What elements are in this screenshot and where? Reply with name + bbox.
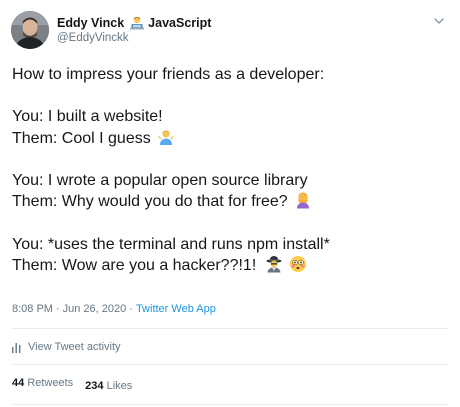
chevron-down-icon[interactable]: [432, 14, 446, 28]
tweet-line: Them: Wow are you a hacker??!1!: [12, 255, 452, 276]
author-display-name[interactable]: Eddy Vinck: [57, 16, 124, 30]
woman-facepalming-emoji: [294, 191, 312, 209]
retweets-count: 44: [12, 377, 25, 389]
view-tweet-activity-label: View Tweet activity: [28, 341, 121, 353]
bar-chart-icon: [12, 343, 21, 353]
divider: [12, 404, 448, 405]
line-break: [12, 149, 452, 170]
flushed-face-emoji: [289, 255, 307, 273]
tweet-metadata: 8:08 PM · Jun 26, 2020 · Twitter Web App: [12, 303, 216, 315]
separator: ·: [55, 303, 60, 315]
line-break: [12, 212, 452, 233]
retweets-label: Retweets: [27, 377, 74, 389]
author-name-suffix: JavaScript: [148, 16, 212, 30]
detective-emoji: [265, 255, 283, 273]
tweet-line: How to impress your friends as a develop…: [12, 66, 325, 83]
man-technologist-emoji: [129, 15, 145, 31]
retweets-stat[interactable]: 44 Retweets: [12, 377, 73, 389]
divider: [12, 328, 448, 329]
line-break: [12, 85, 452, 106]
tweet-text: How to impress your friends as a develop…: [12, 64, 452, 276]
likes-count: 234: [85, 380, 104, 392]
tweet-time[interactable]: 8:08 PM: [12, 303, 53, 315]
avatar[interactable]: [11, 11, 49, 49]
tweet-source-link[interactable]: Twitter Web App: [136, 303, 216, 315]
tweet-line: Them: Why would you do that for free?: [12, 191, 452, 212]
likes-label: Likes: [106, 380, 133, 392]
tweet-line: You: I wrote a popular open source libra…: [12, 171, 308, 189]
tweet-date[interactable]: Jun 26, 2020: [63, 303, 127, 315]
man-shrugging-emoji: [157, 128, 175, 146]
tweet-card: Eddy Vinck JavaScript @EddyVinckk How to…: [0, 0, 460, 407]
tweet-line: Them: Cool I guess: [12, 128, 452, 149]
likes-stat[interactable]: 234 Likes: [85, 380, 132, 392]
tweet-line: You: *uses the terminal and runs npm ins…: [12, 235, 330, 253]
tweet-line: You: I built a website!: [12, 108, 163, 126]
author-handle[interactable]: @EddyVinckk: [57, 32, 129, 44]
tweet-stats: 44 Retweets 234 Likes: [12, 377, 132, 392]
separator: ·: [129, 303, 133, 315]
view-tweet-activity-link[interactable]: View Tweet activity: [12, 341, 121, 353]
author-name-row[interactable]: Eddy Vinck JavaScript: [57, 15, 211, 31]
divider: [12, 364, 448, 365]
